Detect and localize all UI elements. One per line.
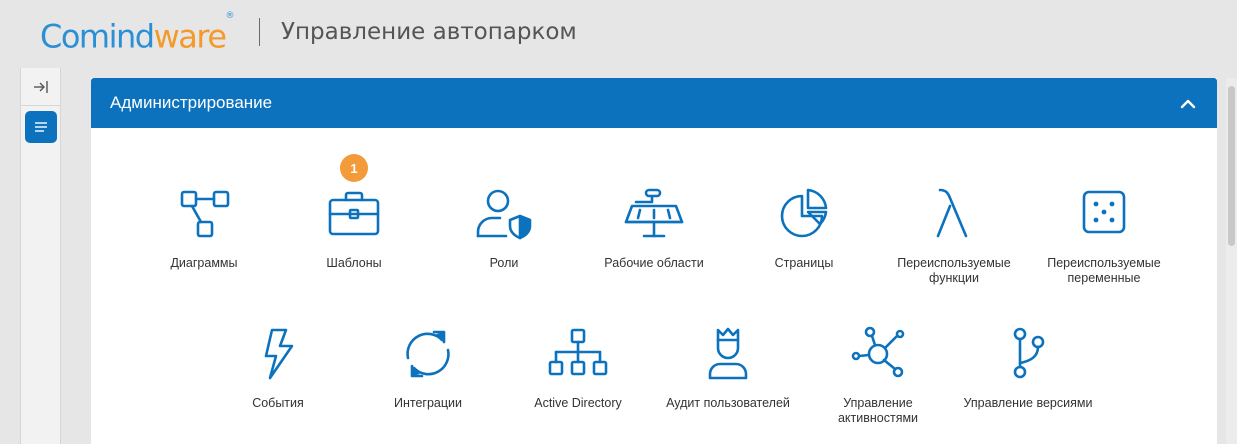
- tile-label: Роли: [489, 256, 519, 270]
- sidebar: [20, 68, 61, 444]
- tile-label: Рабочие области: [604, 256, 704, 270]
- tile-user-audit[interactable]: Аудит пользователей: [658, 326, 798, 411]
- collapse-to-right-icon: [33, 80, 48, 93]
- logo-accent-text: ware: [153, 17, 227, 56]
- branch-icon: [1013, 327, 1045, 379]
- administration-panel: Администрирование Диаграммы Шаблоны 1 Ро…: [91, 78, 1217, 444]
- page-scrollbar[interactable]: [1226, 78, 1237, 444]
- tile-label: Переиспользуемые функции: [897, 256, 1011, 285]
- comindware-logo[interactable]: Comindware®: [40, 11, 235, 57]
- app-title: Управление автопарком: [281, 19, 577, 45]
- tile-diagrams[interactable]: Диаграммы: [134, 186, 274, 271]
- tile-events[interactable]: События: [208, 326, 348, 411]
- pie-page-icon: [780, 188, 828, 238]
- tile-label: Управление активностями: [837, 396, 919, 425]
- tile-label: Диаграммы: [170, 256, 238, 270]
- panel-title: Администрирование: [110, 93, 273, 112]
- lightning-icon: [264, 328, 294, 380]
- chevron-up-icon[interactable]: [1179, 95, 1197, 111]
- logo-registered-mark: ®: [225, 11, 235, 21]
- sync-icon: [406, 330, 450, 378]
- workspace-icon: [624, 188, 684, 238]
- tile-label: События: [252, 396, 304, 410]
- tile-roles[interactable]: Роли: [434, 186, 574, 271]
- tile-pages[interactable]: Страницы: [734, 186, 874, 271]
- tile-workspaces[interactable]: Рабочие области: [584, 186, 724, 271]
- lambda-icon: [936, 188, 968, 238]
- diagram-icon: [180, 190, 230, 238]
- logo-main-text: Comind: [40, 17, 155, 56]
- toolbox-icon: [328, 191, 380, 236]
- tile-reusable-variables[interactable]: Переиспользуемые переменные: [1034, 186, 1174, 286]
- sidebar-collapse-button[interactable]: [21, 68, 60, 106]
- sidebar-menu-button[interactable]: [25, 111, 57, 143]
- tile-label: Переиспользуемые переменные: [1047, 256, 1161, 285]
- tile-label: Active Directory: [534, 396, 622, 410]
- dice-icon: [1082, 190, 1126, 234]
- panel-header[interactable]: Администрирование: [91, 78, 1217, 128]
- crowned-user-icon: [708, 327, 748, 380]
- menu-list-icon: [35, 122, 47, 132]
- notification-badge: 1: [340, 154, 368, 182]
- tile-label: Страницы: [774, 256, 834, 270]
- hierarchy-icon: [548, 328, 608, 376]
- tile-templates[interactable]: Шаблоны: [284, 186, 424, 271]
- tile-label: Управление версиями: [963, 396, 1093, 410]
- app-header: Comindware® Управление автопарком: [0, 0, 1237, 68]
- scrollbar-thumb[interactable]: [1228, 86, 1235, 246]
- user-shield-icon: [476, 189, 532, 240]
- tile-active-directory[interactable]: Active Directory: [508, 326, 648, 411]
- tile-version-management[interactable]: Управление версиями: [958, 326, 1098, 411]
- activity-network-icon: [851, 326, 905, 378]
- tile-activity-management[interactable]: Управление активностями: [808, 326, 948, 426]
- tile-label: Шаблоны: [326, 256, 382, 270]
- tile-integrations[interactable]: Интеграции: [358, 326, 498, 411]
- header-divider: [259, 18, 260, 46]
- tile-label: Интеграции: [393, 396, 462, 410]
- tile-reusable-functions[interactable]: Переиспользуемые функции: [884, 186, 1024, 286]
- tile-label: Аудит пользователей: [666, 396, 790, 410]
